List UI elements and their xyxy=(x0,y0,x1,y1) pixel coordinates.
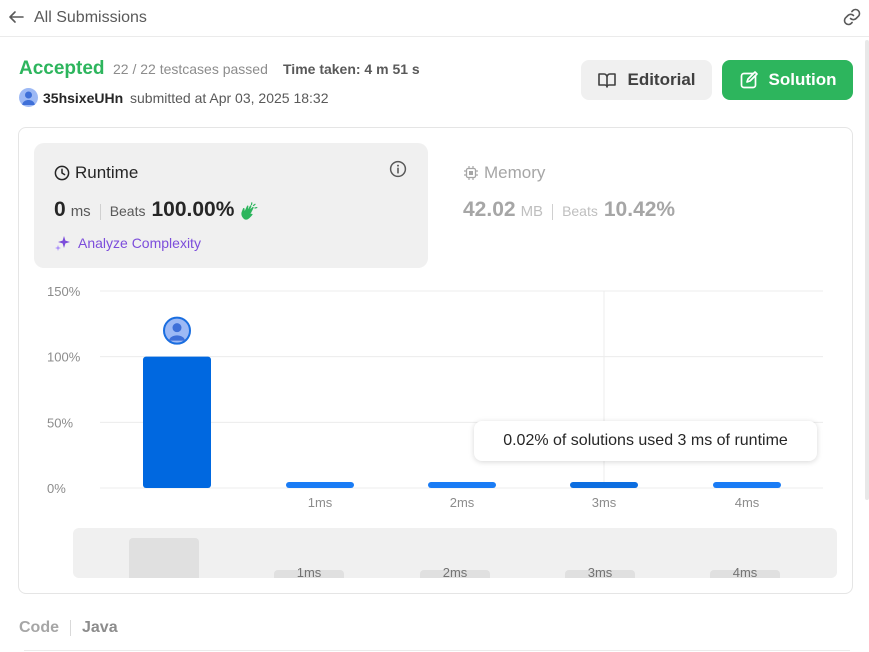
scrollbar[interactable] xyxy=(865,40,869,500)
chart-bar[interactable] xyxy=(286,482,354,488)
analyze-complexity-link[interactable]: Analyze Complexity xyxy=(54,234,201,252)
memory-beats-value: 10.42% xyxy=(603,198,676,221)
clock-icon xyxy=(54,165,70,181)
chart-tooltip: 0.02% of solutions used 3 ms of runtime xyxy=(474,421,817,461)
range-label: 3ms xyxy=(587,565,613,580)
clap-icon xyxy=(241,202,258,220)
code-header: Code Java xyxy=(19,619,118,637)
chip-icon xyxy=(464,166,478,180)
runtime-value: 0 xyxy=(54,198,66,221)
code-language: Java xyxy=(82,619,118,636)
range-label: 4ms xyxy=(732,565,758,580)
runtime-value-row: 0 ms Beats 100.00% xyxy=(54,198,258,226)
runtime-title-label: Runtime xyxy=(75,163,139,182)
edit-icon xyxy=(740,71,758,89)
range-label: 2ms xyxy=(442,565,468,580)
divider xyxy=(24,650,850,651)
memory-value: 42.02 xyxy=(463,198,516,221)
solution-button-label: Solution xyxy=(768,70,837,89)
sparkle-icon xyxy=(55,236,70,251)
runtime-unit: ms xyxy=(70,203,91,220)
memory-beats-label: Beats xyxy=(562,203,598,219)
chart-bar[interactable] xyxy=(428,482,496,488)
runtime-beats-label: Beats xyxy=(109,203,146,219)
analyze-complexity-label: Analyze Complexity xyxy=(78,235,201,251)
memory-unit: MB xyxy=(520,203,544,220)
memory-title-label: Memory xyxy=(484,163,546,182)
editorial-button-label: Editorial xyxy=(627,70,696,89)
avatar[interactable] xyxy=(19,88,38,107)
solution-button[interactable]: Solution xyxy=(722,60,853,100)
submitted-at: submitted at Apr 03, 2025 18:32 xyxy=(130,90,329,106)
code-label: Code xyxy=(19,619,59,636)
chart-bar[interactable] xyxy=(713,482,781,488)
memory-value-row: 42.02 MB Beats 10.42% xyxy=(463,198,675,226)
testcases-passed: 22 / 22 testcases passed xyxy=(113,61,268,77)
memory-tab[interactable]: Memory xyxy=(463,163,545,183)
chart-bar[interactable] xyxy=(570,482,638,488)
username[interactable]: 35hsixeUHn xyxy=(43,90,123,106)
divider xyxy=(70,620,71,636)
chart-bar[interactable] xyxy=(143,356,211,488)
back-arrow-icon[interactable] xyxy=(8,9,24,25)
range-label: 1ms xyxy=(296,565,322,580)
all-submissions-link[interactable]: All Submissions xyxy=(34,9,147,27)
top-bar: All Submissions xyxy=(0,0,869,37)
book-icon xyxy=(598,73,617,88)
runtime-title: Runtime xyxy=(54,163,138,183)
info-icon[interactable] xyxy=(389,160,407,178)
submission-status: Accepted xyxy=(19,58,105,79)
divider xyxy=(552,204,554,220)
editorial-button[interactable]: Editorial xyxy=(581,60,712,100)
runtime-beats-value: 100.00% xyxy=(151,198,235,221)
range-selector-handle[interactable] xyxy=(129,538,199,578)
time-taken: Time taken: 4 m 51 s xyxy=(283,61,420,77)
share-link-icon[interactable] xyxy=(842,8,862,26)
divider xyxy=(99,204,101,220)
